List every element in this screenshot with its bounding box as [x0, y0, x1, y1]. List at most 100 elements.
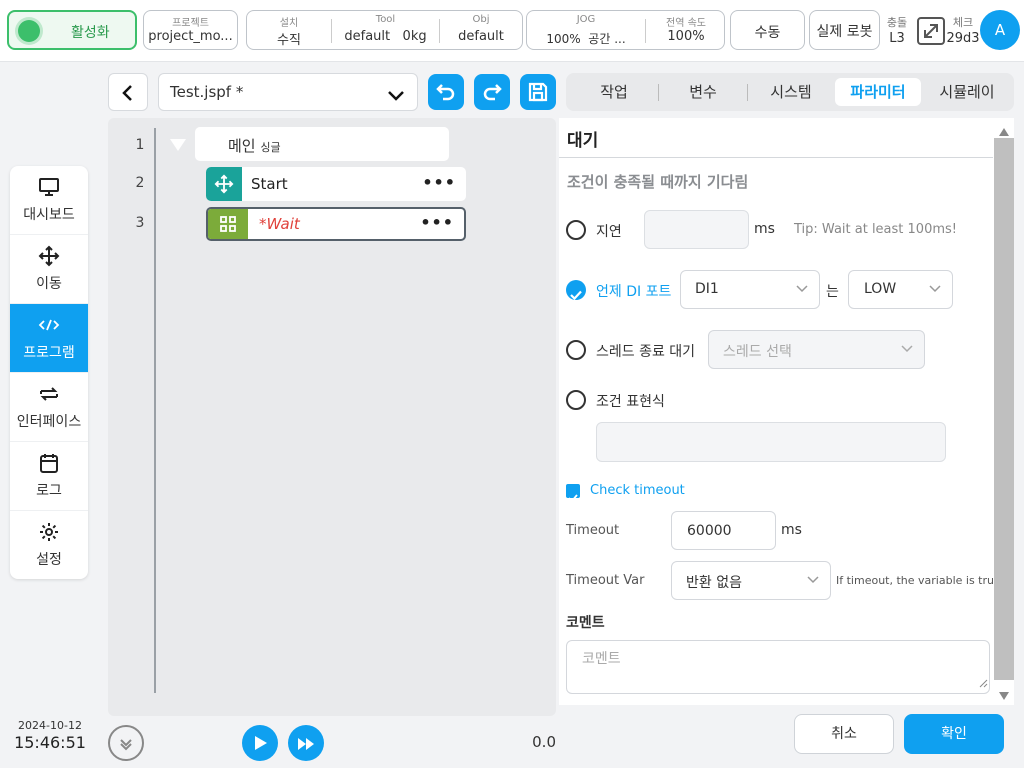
- tab-simulation[interactable]: 시뮬레이: [928, 78, 1006, 106]
- di-port-select[interactable]: DI1: [680, 270, 820, 309]
- sidebar-item-dashboard[interactable]: 대시보드: [10, 166, 88, 235]
- condition-expression-input[interactable]: [596, 422, 946, 462]
- collision-level[interactable]: 충돌 L3: [882, 14, 912, 46]
- comment-textarea[interactable]: 코멘트: [566, 640, 990, 694]
- start-node[interactable]: Start •••: [206, 167, 466, 201]
- comment-label: 코멘트: [566, 615, 605, 631]
- check-icon: [570, 285, 582, 304]
- tab-variables[interactable]: 변수: [666, 78, 740, 106]
- sidebar-item-label: 설정: [36, 552, 62, 568]
- tool-value: default 0kg: [332, 29, 439, 44]
- delay-radio[interactable]: [566, 220, 586, 240]
- sidebar-item-settings[interactable]: 설정: [10, 511, 88, 579]
- timeout-var-select[interactable]: 반환 없음: [671, 561, 831, 600]
- jog-caption: JOG: [576, 14, 596, 25]
- install-tool-obj-panel[interactable]: 설치 수직 Tool default 0kg Obj default: [246, 10, 523, 50]
- chevron-down-icon: [387, 87, 405, 106]
- real-robot-button[interactable]: 실제 로봇: [809, 10, 880, 50]
- check-timeout-label: Check timeout: [590, 483, 685, 498]
- main-node-label: 메인 싱글: [228, 135, 281, 156]
- avatar-letter: A: [994, 21, 1006, 39]
- play-button[interactable]: [242, 725, 278, 761]
- file-selector[interactable]: Test.jspf *: [158, 73, 418, 111]
- cancel-button[interactable]: 취소: [794, 714, 894, 754]
- tab-parameters[interactable]: 파라미터: [835, 78, 921, 106]
- panel-tabs: 작업 변수 시스템 파라미터 시뮬레이: [566, 73, 1014, 111]
- di-port-radio[interactable]: [566, 280, 586, 301]
- collapse-triangle-icon[interactable]: [169, 137, 187, 156]
- main-node[interactable]: 메인 싱글: [195, 127, 449, 161]
- tab-task[interactable]: 작업: [578, 78, 650, 106]
- undo-icon: [435, 81, 457, 107]
- activate-button[interactable]: 활성화: [7, 10, 137, 50]
- divider: [747, 84, 748, 101]
- sidebar-item-program[interactable]: 프로그램: [10, 304, 88, 373]
- project-caption: 프로젝트: [172, 18, 209, 29]
- chevron-down-icon: [928, 280, 942, 299]
- sidebar-item-log[interactable]: 로그: [10, 442, 88, 511]
- di-level-select[interactable]: LOW: [848, 270, 953, 309]
- calendar-icon: [10, 452, 88, 474]
- scrollbar-thumb[interactable]: [994, 138, 1014, 680]
- timeout-var-value: 반환 없음: [686, 575, 742, 591]
- undo-button[interactable]: [428, 74, 464, 110]
- scroll-down-icon[interactable]: [998, 686, 1010, 705]
- cancel-label: 취소: [831, 726, 857, 742]
- project-value: project_mo...: [148, 29, 233, 44]
- panel-subtitle: 조건이 충족될 때까지 기다림: [567, 173, 749, 191]
- tree-guide-line: [154, 128, 156, 693]
- check-caption: 체크: [952, 16, 974, 29]
- more-options-icon[interactable]: •••: [420, 213, 454, 232]
- sidebar-item-move[interactable]: 이동: [10, 235, 88, 304]
- timeout-input[interactable]: 60000: [671, 511, 776, 550]
- chevron-down-icon: [806, 571, 820, 590]
- thread-select[interactable]: 스레드 선택: [708, 330, 925, 369]
- thread-end-label: 스레드 종료 대기: [596, 344, 696, 360]
- resize-handle-icon[interactable]: [979, 673, 988, 692]
- step-down-button[interactable]: [108, 725, 144, 761]
- fast-forward-button[interactable]: [288, 725, 324, 761]
- chevron-down-icon: [795, 280, 809, 299]
- user-avatar[interactable]: A: [980, 10, 1020, 50]
- sidebar-item-label: 프로그램: [23, 345, 75, 361]
- panel-scrollbar[interactable]: [994, 118, 1014, 705]
- fast-forward-icon: [297, 736, 315, 755]
- check-timeout-checkbox[interactable]: [566, 484, 580, 503]
- wait-node[interactable]: *Wait •••: [206, 207, 466, 241]
- wait-parameters-panel: 대기 조건이 충족될 때까지 기다림 지연 ms Tip: Wait at le…: [559, 118, 1014, 705]
- jog-speed-panel[interactable]: JOG 100% 공간 ... 전역 속도 100%: [526, 10, 725, 50]
- jog-value: 100% 공간 ...: [527, 30, 645, 47]
- confirm-label: 확인: [941, 726, 967, 742]
- project-selector[interactable]: 프로젝트 project_mo...: [143, 10, 238, 50]
- monitor-icon: [10, 176, 88, 198]
- obj-caption: Obj: [472, 14, 490, 25]
- file-name: Test.jspf *: [170, 83, 244, 101]
- confirm-button[interactable]: 확인: [904, 714, 1004, 754]
- status-indicator-icon: [18, 20, 40, 42]
- back-button[interactable]: [108, 73, 148, 111]
- delay-tip: Tip: Wait at least 100ms!: [794, 222, 957, 237]
- title-divider: [559, 157, 993, 158]
- save-button[interactable]: [520, 74, 556, 110]
- line-number: 2: [135, 175, 145, 191]
- fullscreen-icon[interactable]: [916, 16, 946, 50]
- di-port-label: 언제 DI 포트: [596, 284, 672, 300]
- manual-mode-label: 수동: [754, 25, 781, 41]
- manual-mode-button[interactable]: 수동: [730, 10, 805, 50]
- collision-value: L3: [889, 31, 905, 46]
- tool-weight: 0kg: [402, 29, 427, 44]
- delay-input[interactable]: [644, 210, 749, 249]
- thread-end-radio[interactable]: [566, 340, 586, 360]
- tab-system[interactable]: 시스템: [754, 78, 828, 106]
- condition-expression-radio[interactable]: [566, 390, 586, 410]
- chevron-left-icon: [121, 84, 135, 106]
- line-number: 3: [135, 215, 145, 231]
- program-tree-editor[interactable]: 1 2 3 메인 싱글 Start ••• *Wait •••: [108, 118, 556, 716]
- clock-time: 15:46:51: [14, 733, 86, 752]
- redo-button[interactable]: [474, 74, 510, 110]
- move-icon: [214, 174, 234, 198]
- move-icon: [10, 245, 88, 267]
- more-options-icon[interactable]: •••: [422, 173, 456, 192]
- sidebar-item-interface[interactable]: 인터페이스: [10, 373, 88, 442]
- swap-icon: [10, 383, 88, 405]
